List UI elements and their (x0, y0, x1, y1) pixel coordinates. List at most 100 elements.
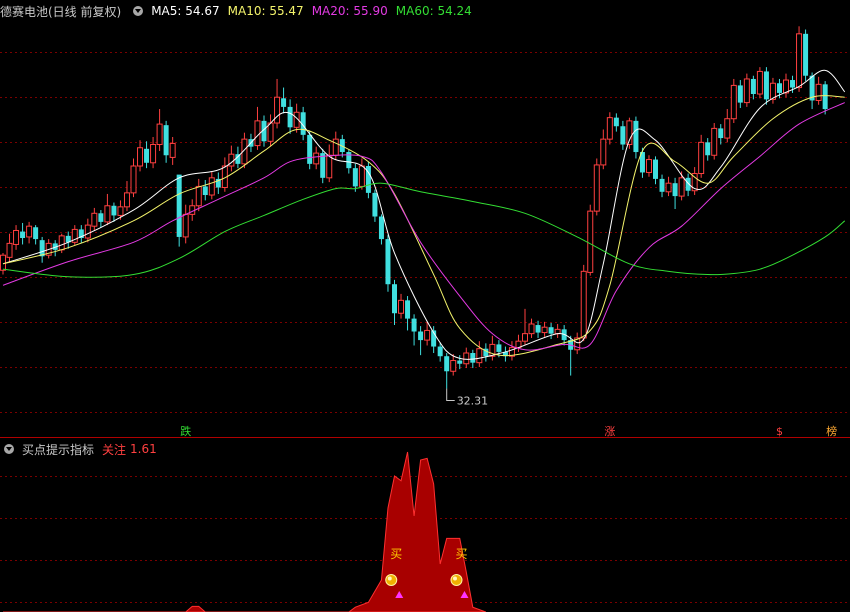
candle-body (796, 33, 803, 89)
candle-body (372, 192, 378, 217)
candle (372, 189, 378, 222)
ma20-name: MA20: (311, 4, 350, 18)
main-header: 德赛电池(日线 前复权) MA5: 54.67 MA10: 55.47 MA20… (0, 0, 480, 22)
candle (163, 120, 169, 163)
candle-body (645, 159, 652, 173)
candle (606, 112, 613, 145)
candle (378, 214, 384, 245)
sub-header: 买点提示指标 关注 1.61 (0, 438, 165, 460)
candle (392, 279, 397, 326)
candle-body (6, 242, 13, 258)
candle-body (418, 331, 424, 341)
candle-body (405, 300, 411, 319)
dropdown-icon[interactable] (4, 444, 14, 454)
candle (254, 106, 261, 150)
candle-body (411, 318, 417, 332)
ma-line-ma5 (2, 69, 846, 360)
candle (123, 181, 130, 212)
candle-body (665, 182, 672, 193)
candle (548, 322, 554, 340)
candle (554, 323, 561, 338)
candle-body (711, 127, 718, 156)
candle-body (815, 83, 822, 101)
ma60-value: 54.24 (437, 4, 472, 18)
candle (528, 318, 535, 338)
candle (202, 179, 208, 201)
candle (541, 321, 548, 337)
candle (320, 148, 326, 184)
signal-label: $ (776, 425, 783, 438)
coin-icon (385, 574, 398, 586)
candle-body (424, 329, 431, 341)
sub-title: 买点提示指标 (22, 442, 95, 457)
signal-label: 涨 (604, 425, 615, 438)
candle (405, 296, 411, 331)
candle (633, 116, 639, 159)
candle (620, 120, 626, 150)
candle (580, 264, 587, 342)
dropdown-icon[interactable] (133, 6, 144, 16)
candle (645, 155, 652, 177)
candle-body (313, 152, 320, 165)
coin-highlight (452, 576, 457, 581)
candle (613, 113, 619, 132)
candle-body (593, 164, 600, 212)
candle (587, 204, 594, 276)
candle-body (541, 326, 548, 334)
candle-body (470, 352, 476, 363)
candle (71, 225, 78, 246)
candle-body (163, 125, 169, 156)
candle-body (790, 80, 796, 88)
candle-body (522, 333, 528, 342)
candle-body (378, 216, 384, 240)
candle-body (137, 147, 144, 167)
candle-body (358, 165, 365, 187)
candle-body (633, 120, 639, 153)
ma-line-ma20 (2, 102, 845, 351)
candle (483, 343, 489, 362)
candle (33, 225, 39, 245)
candle-body (58, 235, 65, 251)
candle (130, 158, 137, 198)
candle-body (776, 83, 782, 93)
candle (385, 234, 391, 292)
candle-body (548, 327, 554, 334)
candle-body (287, 106, 293, 128)
candle-body (169, 142, 176, 158)
candle (326, 144, 333, 183)
candle-body (267, 122, 274, 142)
candle (756, 67, 763, 99)
candle (274, 78, 281, 129)
low-price-label: 32.31 (457, 394, 489, 407)
candle-body (528, 323, 535, 335)
candle-body (117, 206, 124, 216)
candle (705, 138, 711, 161)
candle (711, 123, 718, 160)
candle-body (653, 159, 658, 179)
ma5-name: MA5: (151, 4, 182, 18)
sub-label: 关注 (102, 442, 127, 457)
candle-body (254, 120, 261, 147)
candle (98, 210, 104, 228)
candle (111, 202, 117, 222)
sub-value: 1.61 (130, 442, 157, 456)
candle-body (476, 348, 483, 364)
candle-body (20, 231, 26, 239)
candle (398, 293, 405, 319)
price-annotations: 32.31 跌 涨 $ 榜 (180, 388, 837, 438)
candle (522, 308, 528, 346)
candle-body (91, 212, 98, 227)
candle-body (437, 346, 443, 357)
candle-body (743, 78, 750, 104)
candle (659, 174, 665, 198)
candle (698, 134, 705, 178)
candle (281, 87, 287, 114)
ma5-value: 54.67 (185, 4, 220, 18)
candle (769, 77, 776, 104)
candle-body (104, 205, 111, 223)
candle-body (33, 227, 39, 240)
candle-body (756, 70, 763, 95)
candle-body (130, 165, 137, 194)
candle-body (803, 33, 809, 76)
candle (352, 163, 358, 192)
